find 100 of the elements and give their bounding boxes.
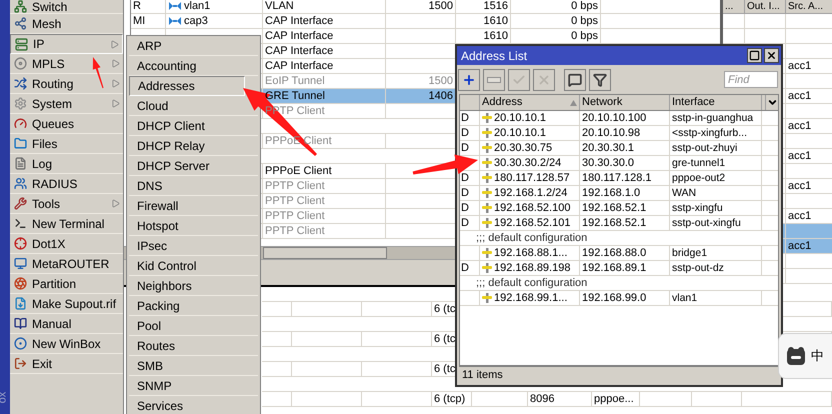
interface-icon — [168, 0, 182, 12]
menu-item[interactable]: New Terminal — [10, 214, 123, 234]
table-cell: CAP Interface — [265, 16, 334, 26]
menu-item[interactable]: Mesh — [10, 14, 123, 34]
menu-item[interactable]: SMB — [129, 356, 245, 375]
crosshair-icon — [14, 237, 27, 250]
table-cell: 6 (tc — [434, 364, 456, 374]
menu-item[interactable]: New WinBox — [10, 334, 123, 354]
table-cell: 192.168.99.1... — [494, 292, 568, 304]
toolbar-button[interactable] — [564, 68, 586, 90]
menu-item[interactable]: IPsec — [129, 236, 245, 255]
terminal-icon — [14, 217, 27, 230]
table-cell: D — [461, 142, 469, 154]
menu-item[interactable]: SNMP — [129, 376, 245, 395]
cross-icon — [481, 292, 493, 304]
comment-text: ;;; default configuration — [476, 278, 588, 288]
table-cell: vlan1 — [184, 0, 210, 12]
column-header[interactable]: Network — [580, 95, 670, 110]
table-cell: acc1 — [788, 120, 812, 132]
menu-item[interactable]: System — [10, 94, 123, 114]
menu-item[interactable]: MetaROUTER — [10, 254, 123, 274]
menu-item[interactable]: Dot1X — [10, 234, 123, 254]
table-cell: sstp-in-guanghua — [672, 112, 754, 124]
column-header[interactable]: Src. A... — [786, 0, 832, 13]
table-cell: 192.168.1.0 — [582, 188, 640, 198]
table-cell: acc1 — [788, 90, 812, 102]
table-cell: 6 (tcp) — [434, 394, 466, 404]
table-cell: WAN — [672, 188, 696, 198]
menu-item[interactable]: Exit — [10, 354, 123, 374]
table-cell: pppoe-out2 — [672, 172, 726, 184]
table-cell: sstp-xingfu — [672, 202, 723, 214]
table-cell: 6 (tc — [434, 304, 456, 314]
table-cell: 6 (tc — [434, 334, 456, 344]
table-cell: sstp-out-zhuyi — [672, 142, 738, 154]
table-cell: D — [461, 188, 469, 198]
toolbar-button[interactable] — [458, 68, 480, 90]
table-cell: 192.168.52.1 — [582, 202, 646, 214]
menu-item[interactable]: DNS — [129, 176, 245, 195]
table-cell: 1516 — [484, 0, 508, 12]
menu-item[interactable]: DHCP Client — [129, 116, 245, 135]
menu-item[interactable]: Tools — [10, 194, 123, 214]
menu-item[interactable]: Addresses — [129, 76, 245, 96]
menu-item[interactable]: Make Supout.rif — [10, 294, 123, 314]
menu-item[interactable]: Services — [129, 396, 245, 414]
file-download-icon — [14, 297, 27, 310]
column-header[interactable]: Address — [480, 95, 580, 110]
column-header[interactable]: Out. I... — [745, 0, 786, 13]
menu-item[interactable]: Pool — [129, 316, 245, 335]
table-cell: acc1 — [788, 240, 812, 252]
close-icon — [537, 72, 551, 86]
menu-item[interactable]: Neighbors — [129, 276, 245, 295]
table-cell: 180.117.128.1 — [582, 172, 652, 184]
table-cell: sstp-out-dz — [672, 262, 724, 274]
search-field[interactable]: Find — [724, 71, 778, 88]
selected-row[interactable]: acc1 — [786, 239, 832, 253]
caret-icon — [766, 97, 778, 108]
menu-item[interactable]: Manual — [10, 314, 123, 334]
table-cell: 1500 — [428, 76, 453, 86]
menu-item[interactable]: ARP — [129, 36, 245, 55]
table-cell: 192.168.88.1... — [494, 248, 568, 258]
menu-item[interactable]: Switch — [10, 0, 123, 14]
ime-mode-label: 中 — [811, 350, 824, 362]
table-cell: VLAN — [265, 0, 294, 12]
menu-item[interactable]: Packing — [129, 296, 245, 315]
menu-item[interactable]: DHCP Relay — [129, 136, 245, 155]
menu-item[interactable]: Log — [10, 154, 123, 174]
menu-item[interactable]: Files — [10, 134, 123, 154]
close-button[interactable] — [764, 48, 779, 63]
cross-icon — [481, 262, 493, 274]
menu-item[interactable]: IP — [10, 34, 123, 54]
table-cell: 0 bps — [571, 30, 598, 42]
cross-icon — [481, 142, 493, 154]
menu-item[interactable]: Kid Control — [129, 256, 245, 275]
maximize-button[interactable] — [747, 48, 762, 63]
menu-item[interactable]: DHCP Server — [129, 156, 245, 175]
network-icon — [14, 0, 27, 13]
table-cell: D — [461, 218, 469, 228]
menu-item[interactable]: Cloud — [129, 96, 245, 115]
circle-dot-icon — [14, 337, 27, 350]
comment-text: ;;; default configuration — [476, 232, 588, 244]
table-cell: CAP Interface — [265, 46, 334, 56]
column-header[interactable]: Interface — [670, 95, 762, 110]
menu-item[interactable]: Queues — [10, 114, 123, 134]
table-cell: 20.10.10.98 — [582, 128, 640, 138]
table-cell: bridge1 — [672, 248, 708, 258]
toolbar-button[interactable] — [483, 68, 505, 90]
maximize-icon — [749, 50, 760, 61]
menu-item[interactable]: Firewall — [129, 196, 245, 215]
table-cell: acc1 — [788, 180, 812, 192]
menu-item[interactable]: Routes — [129, 336, 245, 355]
menu-item[interactable]: RADIUS — [10, 174, 123, 194]
menu-item[interactable]: Partition — [10, 274, 123, 294]
filter-icon — [593, 72, 607, 86]
column-header[interactable]: ... — [723, 0, 745, 13]
table-cell: 192.168.1.2/24 — [494, 188, 568, 198]
menu-item[interactable]: Hotspot — [129, 216, 245, 235]
toolbar-button[interactable] — [589, 68, 611, 90]
table-cell: D — [461, 262, 469, 274]
menu-item[interactable]: Accounting — [129, 56, 245, 75]
ime-toolbar[interactable]: 中 — [778, 333, 832, 379]
